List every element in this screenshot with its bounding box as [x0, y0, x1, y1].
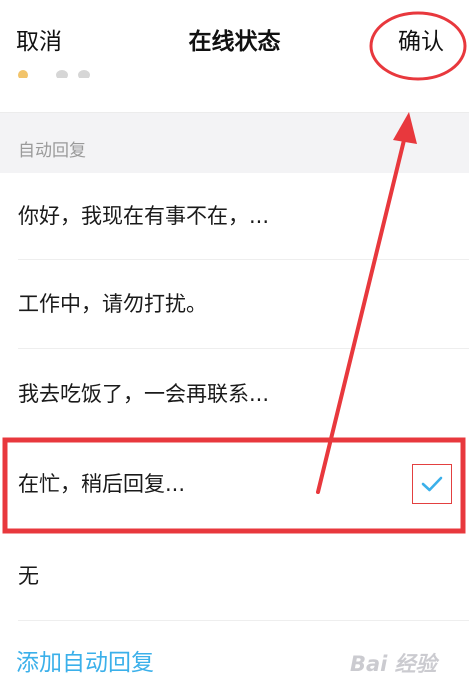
- reply-text: 无: [18, 564, 39, 588]
- confirm-button[interactable]: 确认: [398, 24, 444, 60]
- divider: [18, 620, 469, 621]
- section-header-auto-reply: 自动回复: [0, 112, 469, 173]
- reply-option-1[interactable]: 你好，我现在有事不在，...: [0, 173, 469, 259]
- section-label: 自动回复: [18, 141, 86, 161]
- selected-indicator: [412, 464, 452, 504]
- scrolled-item-peek: [18, 66, 108, 78]
- reply-text: 工作中，请勿打扰。: [18, 292, 207, 316]
- add-auto-reply-link[interactable]: 添加自动回复: [16, 647, 154, 679]
- reply-option-5[interactable]: 无: [0, 534, 469, 620]
- checkmark-icon: [421, 476, 443, 492]
- status-dot-icon: [78, 70, 90, 78]
- reply-text: 你好，我现在有事不在，...: [18, 204, 270, 228]
- reply-text: 我去吃饭了，一会再联系...: [18, 382, 270, 406]
- reply-option-4-selected[interactable]: 在忙，稍后回复...: [0, 438, 469, 534]
- reply-option-2[interactable]: 工作中，请勿打扰。: [0, 260, 469, 348]
- watermark: Bai 经验: [350, 650, 437, 678]
- watermark-text: Bai 经验: [350, 652, 437, 676]
- status-dot-icon: [18, 70, 28, 78]
- reply-text: 在忙，稍后回复...: [18, 472, 186, 496]
- reply-option-3[interactable]: 我去吃饭了，一会再联系...: [0, 349, 469, 438]
- status-dot-icon: [56, 70, 68, 78]
